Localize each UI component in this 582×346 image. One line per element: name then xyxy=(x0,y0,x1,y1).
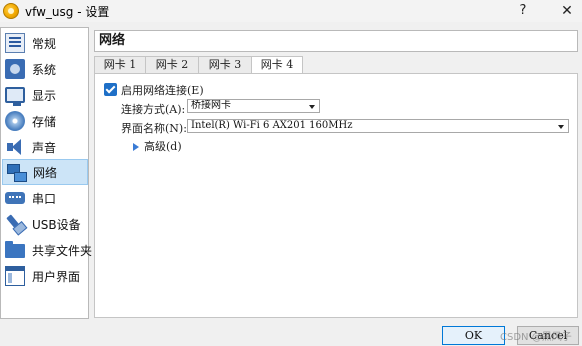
sidebar-item-serial-ports[interactable]: 串口 xyxy=(2,185,88,211)
user-interface-icon xyxy=(5,266,25,286)
virtualbox-icon xyxy=(3,3,19,19)
sidebar-item-system[interactable]: 系统 xyxy=(2,56,88,82)
sidebar-item-label: 存储 xyxy=(32,114,57,129)
chevron-down-icon xyxy=(309,105,315,109)
tab-adapter-2[interactable]: 网卡 2 xyxy=(145,56,199,74)
enable-network-checkbox[interactable] xyxy=(104,83,117,96)
title-bar[interactable]: vfw_usg - 设置 ? ✕ xyxy=(0,0,582,22)
ok-button[interactable]: OK xyxy=(442,326,505,345)
cancel-button[interactable]: Cancel xyxy=(517,326,579,345)
network-icon xyxy=(6,162,27,182)
window-title: vfw_usg - 设置 xyxy=(25,4,110,19)
shared-folder-icon xyxy=(5,241,25,258)
adapter-settings-panel: 启用网络连接(E) 连接方式(A): 桥接网卡 界面名称(N): Intel(R… xyxy=(94,73,578,318)
sidebar-item-label: 常规 xyxy=(32,36,57,51)
attached-to-select[interactable]: 桥接网卡 xyxy=(187,99,320,113)
sidebar-item-display[interactable]: 显示 xyxy=(2,82,88,108)
interface-name-label: 界面名称(N): xyxy=(121,122,187,135)
help-button[interactable]: ? xyxy=(514,2,532,20)
display-monitor-icon xyxy=(5,87,25,106)
sidebar-item-label: 网络 xyxy=(33,165,58,180)
sidebar-item-general[interactable]: 常规 xyxy=(2,30,88,56)
sidebar-item-label: 系统 xyxy=(32,62,57,77)
sidebar-item-usb[interactable]: USB设备 xyxy=(2,211,88,237)
attached-to-label: 连接方式(A): xyxy=(121,103,186,116)
usb-icon xyxy=(1,210,29,238)
enable-network-label[interactable]: 启用网络连接(E) xyxy=(121,82,204,98)
sidebar-item-network[interactable]: 网络 xyxy=(2,159,88,185)
system-chip-icon xyxy=(5,59,25,79)
settings-sidebar: 常规 系统 显示 存储 声音 网络 串口 USB设备 共享文件夹 用户界面 xyxy=(0,27,92,319)
interface-name-select[interactable]: Intel(R) Wi-Fi 6 AX201 160MHz xyxy=(187,119,569,133)
sidebar-item-label: 显示 xyxy=(32,88,57,103)
sidebar-item-label: 串口 xyxy=(32,191,57,206)
speaker-icon xyxy=(5,137,25,157)
attached-to-value: 桥接网卡 xyxy=(191,100,231,111)
serial-port-icon xyxy=(5,192,25,204)
sidebar-item-user-interface[interactable]: 用户界面 xyxy=(2,263,88,289)
close-button[interactable]: ✕ xyxy=(558,2,576,20)
sidebar-item-storage[interactable]: 存储 xyxy=(2,108,88,134)
general-icon xyxy=(5,33,25,53)
sidebar-item-audio[interactable]: 声音 xyxy=(2,134,88,160)
chevron-down-icon xyxy=(558,125,564,129)
adapter-tabs: 网卡 1 网卡 2 网卡 3 网卡 4 xyxy=(94,56,303,75)
expand-arrow-icon[interactable] xyxy=(133,143,139,151)
sidebar-item-label: USB设备 xyxy=(32,217,81,232)
tab-adapter-3[interactable]: 网卡 3 xyxy=(198,56,252,74)
advanced-toggle[interactable]: 高级(d) xyxy=(144,138,182,154)
tab-adapter-1[interactable]: 网卡 1 xyxy=(94,56,146,74)
sidebar-item-label: 共享文件夹 xyxy=(32,243,93,258)
storage-disk-icon xyxy=(5,111,25,131)
sidebar-item-label: 声音 xyxy=(32,140,57,155)
page-title: 网络 xyxy=(94,30,578,52)
sidebar-item-shared-folders[interactable]: 共享文件夹 xyxy=(2,237,92,263)
sidebar-item-label: 用户界面 xyxy=(32,269,81,284)
settings-window: vfw_usg - 设置 ? ✕ 常规 系统 显示 存储 声音 网络 串口 US… xyxy=(0,0,582,346)
interface-name-value: Intel(R) Wi-Fi 6 AX201 160MHz xyxy=(191,120,353,131)
